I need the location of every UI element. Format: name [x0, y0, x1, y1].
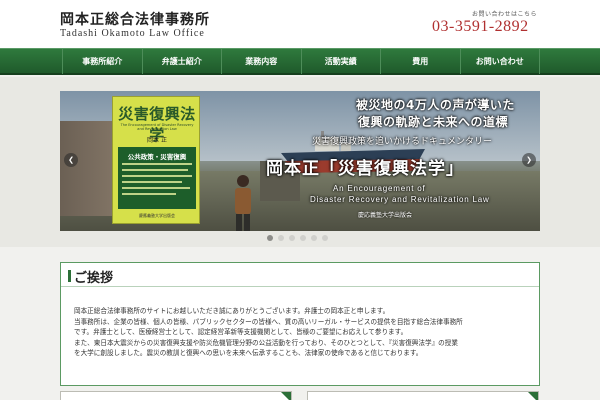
book-panel-line — [122, 163, 192, 165]
slide-catch-line-1: 被災地の4万人の声が導いた — [356, 98, 515, 112]
hero-slide[interactable]: 災害復興法学 The Encouragement of Disaster Rec… — [60, 91, 540, 231]
book-panel-title: 公共政策・災害復興 — [127, 153, 187, 161]
firm-name-english: Tadashi Okamoto Law Office — [60, 28, 205, 39]
book-publisher: 慶應義塾大学出版会 — [139, 213, 175, 218]
greeting-paragraph: です。弁護士として、医療経営士として、認定経営革新等支援機関として、皆様のご要望… — [74, 328, 408, 337]
slider-next-button[interactable]: ❯ — [522, 153, 536, 167]
nav-item-fees[interactable]: 費用 — [381, 49, 461, 74]
slide-publisher: 慶応義塾大学出版会 — [358, 212, 413, 219]
nav-item-contact[interactable]: お問い合わせ — [461, 49, 540, 74]
phone-number[interactable]: 03-3591-2892 — [432, 18, 529, 36]
greeting-body: 岡本正総合法律事務所のサイトにお越しいただき誠にありがとうございます。弁護士の岡… — [74, 306, 529, 359]
global-nav: 事務所紹介 弁護士紹介 業務内容 活動実績 費用 お問い合わせ — [0, 48, 600, 75]
card-corner-icon — [281, 392, 291, 400]
feature-card-left[interactable] — [60, 391, 292, 400]
book-panel-line — [122, 169, 188, 171]
feature-card-right[interactable] — [307, 391, 539, 400]
greeting-paragraph: また、東日本大震災からの災害復興支援や防災危機管理分野の公益活動を行っており、そ… — [74, 338, 458, 347]
slider-dot-5[interactable] — [311, 235, 317, 241]
greeting-section: ご挨拶 岡本正総合法律事務所のサイトにお越しいただき誠にありがとうございます。弁… — [60, 262, 540, 386]
slider-dot-4[interactable] — [300, 235, 306, 241]
slide-english-line-2: Disaster Recovery and Revitalization Law — [310, 195, 490, 204]
site-header: 岡本正総合法律事務所 Tadashi Okamoto Law Office お問… — [0, 0, 600, 48]
book-panel: 公共政策・災害復興 — [118, 147, 196, 209]
slide-main-title: 岡本正「災害復興法学」 — [266, 159, 464, 179]
slide-catch-line-3: 災害復興政策を追いかけるドキュメンタリー — [312, 137, 493, 147]
nav-item-activities[interactable]: 活動実績 — [302, 49, 381, 74]
book-author: 岡本 正 — [147, 137, 167, 144]
slide-catch-line-2: 復興の軌跡と未来への道標 — [358, 115, 509, 129]
book-panel-line — [122, 181, 182, 183]
nav-item-lawyer[interactable]: 弁護士紹介 — [143, 49, 222, 74]
book-panel-line — [122, 187, 190, 189]
book-subtitle: The Encouragement of Disaster Recovery a… — [120, 123, 194, 131]
greeting-paragraph: を大学に創設しました。震災の教訓と復興への思いを未来へ伝承することも、法律家の使… — [74, 349, 423, 358]
slider-dot-6[interactable] — [322, 235, 328, 241]
slider-dot-1[interactable] — [267, 235, 273, 241]
greeting-paragraph: 当事務所は、企業の皆様、個人の皆様、パブリックセクターの皆様へ、質の高いリーガル… — [74, 317, 463, 326]
greeting-paragraph: 岡本正総合法律事務所のサイトにお越しいただき誠にありがとうございます。弁護士の岡… — [74, 307, 390, 315]
slide-english-line-1: An Encouragement of — [333, 184, 426, 193]
heading-accent-bar — [68, 270, 71, 282]
person-image — [235, 175, 251, 231]
firm-name[interactable]: 岡本正総合法律事務所 — [60, 9, 210, 29]
greeting-header: ご挨拶 — [61, 263, 539, 287]
slider-prev-button[interactable]: ❮ — [64, 153, 78, 167]
nav-item-office[interactable]: 事務所紹介 — [62, 49, 143, 74]
book-panel-line — [122, 175, 192, 177]
slider-dot-3[interactable] — [289, 235, 295, 241]
slider-pagination — [267, 235, 328, 241]
book-cover[interactable]: 災害復興法学 The Encouragement of Disaster Rec… — [112, 96, 200, 224]
slider-dot-2[interactable] — [278, 235, 284, 241]
tel-label: お問い合わせはこちら — [472, 11, 538, 18]
nav-item-services[interactable]: 業務内容 — [222, 49, 302, 74]
book-panel-line — [122, 193, 176, 195]
card-corner-icon — [528, 392, 538, 400]
greeting-title: ご挨拶 — [74, 271, 114, 286]
